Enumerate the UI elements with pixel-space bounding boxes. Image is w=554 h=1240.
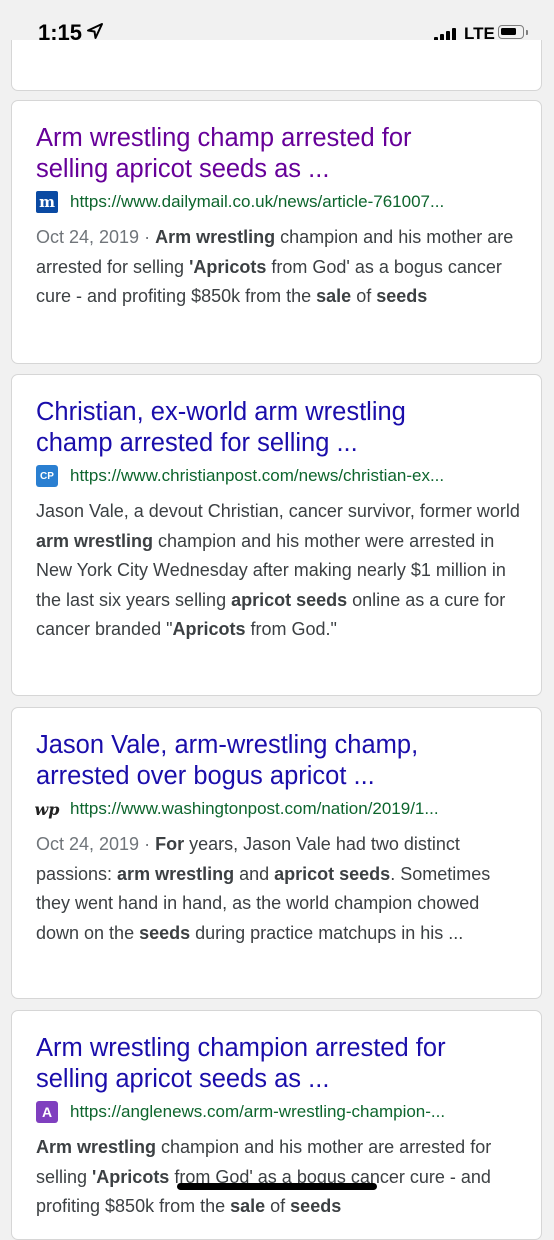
snippet-bold-term: seeds: [139, 922, 191, 943]
result-snippet: Jason Vale, a devout Christian, cancer s…: [36, 497, 521, 645]
battery-icon: [498, 25, 524, 39]
snippet-bold-term: seeds: [290, 1196, 342, 1216]
result-url-row[interactable]: wp https://www.washingtonpost.com/nation…: [34, 796, 521, 824]
result-url[interactable]: https://www.washingtonpost.com/nation/20…: [70, 796, 521, 822]
snippet-text: of: [351, 286, 377, 306]
location-arrow-icon: [87, 23, 103, 39]
result-title-link[interactable]: Arm wrestling champion arrested for sell…: [36, 1033, 521, 1095]
result-url-row[interactable]: CP https://www.christianpost.com/news/ch…: [36, 463, 521, 491]
result-snippet: Oct 24, 2019 · Arm wrestling champion an…: [36, 223, 521, 312]
result-date: Oct 24, 2019 ·: [36, 227, 156, 247]
previous-result-card[interactable]: [11, 40, 542, 91]
result-snippet: Oct 24, 2019 · For years, Jason Vale had…: [36, 830, 521, 948]
anglenews-favicon-icon: A: [36, 1101, 58, 1123]
snippet-bold-term: sale: [316, 286, 352, 306]
snippet-bold-term: seeds: [376, 286, 428, 306]
snippet-bold-term: arm wrestling: [117, 863, 235, 884]
battery-tip: [526, 30, 528, 35]
snippet-bold-term: Apricots: [172, 619, 246, 639]
snippet-text: from God.": [245, 619, 337, 639]
snippet-bold-term: sale: [230, 1196, 266, 1216]
snippet-bold-term: apricot seeds: [231, 589, 348, 610]
result-url-row[interactable]: m https://www.dailymail.co.uk/news/artic…: [36, 189, 521, 217]
result-title-link[interactable]: Jason Vale, arm-wrestling champ, arreste…: [36, 730, 521, 792]
result-url[interactable]: https://anglenews.com/arm-wrestling-cham…: [70, 1099, 521, 1125]
snippet-bold-term: arm wrestling: [36, 530, 154, 551]
snippet-bold-term: apricot seeds: [274, 863, 391, 884]
result-title-link[interactable]: Christian, ex-world arm wrestling champ …: [36, 397, 521, 459]
snippet-bold-term: For: [155, 834, 185, 854]
result-url-row[interactable]: A https://anglenews.com/arm-wrestling-ch…: [36, 1099, 521, 1127]
result-url[interactable]: https://www.dailymail.co.uk/news/article…: [70, 189, 521, 215]
search-result-card[interactable]: Christian, ex-world arm wrestling champ …: [11, 374, 542, 696]
snippet-text: during practice matchups in his ...: [190, 922, 464, 943]
washingtonpost-favicon-icon: wp: [34, 799, 60, 819]
snippet-text: Jason Vale, a devout Christian, cancer s…: [36, 501, 520, 521]
result-date: Oct 24, 2019 ·: [36, 834, 156, 854]
search-result-card[interactable]: Arm wrestling champ arrested for selling…: [11, 100, 542, 364]
search-result-card[interactable]: Arm wrestling champion arrested for sell…: [11, 1010, 542, 1240]
snippet-bold-term: Arm wrestling: [36, 1137, 157, 1157]
dailymail-favicon-icon: m: [36, 191, 58, 213]
snippet-text: and: [234, 863, 275, 884]
search-result-card[interactable]: Jason Vale, arm-wrestling champ, arreste…: [11, 707, 542, 999]
result-url[interactable]: https://www.christianpost.com/news/chris…: [70, 463, 521, 489]
snippet-bold-term: Arm wrestling: [155, 227, 276, 247]
christianpost-favicon-icon: CP: [36, 465, 58, 487]
result-title-link[interactable]: Arm wrestling champ arrested for selling…: [36, 123, 521, 185]
snippet-bold-term: 'Apricots: [189, 256, 267, 277]
home-indicator[interactable]: [177, 1183, 377, 1190]
result-snippet: Arm wrestling champion and his mother ar…: [36, 1133, 521, 1222]
snippet-bold-term: 'Apricots: [92, 1166, 170, 1187]
snippet-text: of: [265, 1196, 291, 1216]
